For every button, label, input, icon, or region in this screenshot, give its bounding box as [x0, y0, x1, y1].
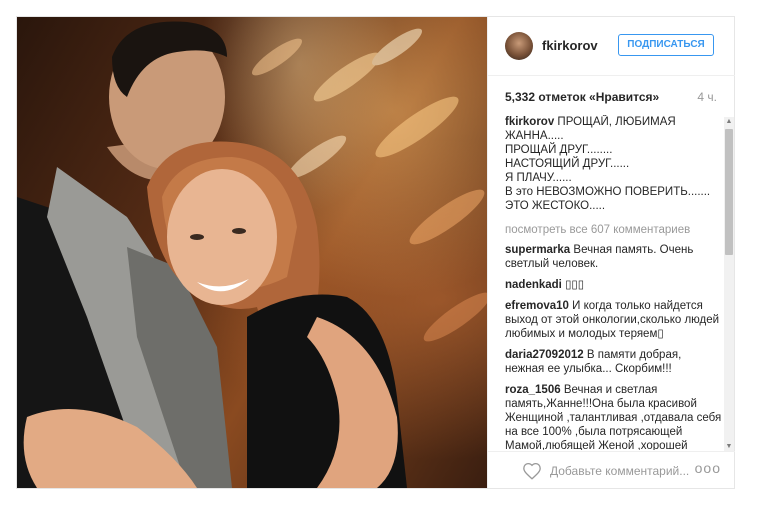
post-footer: ooo	[488, 451, 735, 489]
post-sidebar: fkirkorov ПОДПИСАТЬСЯ 5,332 отметок «Нра…	[487, 17, 735, 488]
comment-text: ▯▯▯	[565, 279, 585, 291]
comment-username[interactable]: nadenkadi	[505, 279, 562, 291]
caption-line: ПРОЩАЙ ДРУГ........	[505, 144, 613, 156]
caption-line: ЖАННА.....	[505, 130, 564, 142]
likes-count[interactable]: 5,332 отметок «Нравится»	[505, 90, 659, 104]
more-options-icon[interactable]: ooo	[695, 460, 721, 476]
view-all-comments-link[interactable]: посмотреть все 607 комментариев	[505, 223, 723, 237]
follow-button[interactable]: ПОДПИСАТЬСЯ	[618, 34, 714, 56]
caption-line: В это НЕВОЗМОЖНО ПОВЕРИТЬ.......	[505, 186, 711, 198]
post-photo[interactable]	[17, 17, 487, 488]
avatar[interactable]	[505, 32, 533, 60]
comment-item: daria27092012 В памяти добрая, нежная ее…	[505, 348, 723, 376]
instagram-post-card: fkirkorov ПОДПИСАТЬСЯ 5,332 отметок «Нра…	[16, 16, 735, 489]
comment-username[interactable]: daria27092012	[505, 349, 584, 361]
comment-username[interactable]: roza_1506	[505, 384, 561, 396]
chevron-up-icon[interactable]: ▲	[724, 117, 734, 127]
username-link[interactable]: fkirkorov	[542, 38, 598, 53]
photo-illustration	[17, 21, 487, 488]
caption-line: ПРОЩАЙ, ЛЮБИМАЯ	[557, 116, 676, 128]
caption-line: ЭТО ЖЕСТОКО.....	[505, 200, 606, 212]
comments-scrollbar[interactable]: ▲ ▼	[724, 117, 734, 452]
caption-username[interactable]: fkirkorov	[505, 116, 554, 128]
caption-line: НАСТОЯЩИЙ ДРУГ......	[505, 158, 630, 170]
post-header: fkirkorov ПОДПИСАТЬСЯ	[488, 17, 735, 76]
comment-item: efremova10 И когда только найдется выход…	[505, 299, 723, 341]
comment-item: roza_1506 Вечная и светлая память,Жанне!…	[505, 383, 723, 450]
comments-list: fkirkorov ПРОЩАЙ, ЛЮБИМАЯ ЖАННА..... ПРО…	[505, 115, 723, 450]
comment-username[interactable]: supermarka	[505, 244, 570, 256]
comment-item: supermarka Вечная память. Очень светлый …	[505, 243, 723, 271]
post-time[interactable]: 4 ч.	[697, 90, 717, 104]
caption: fkirkorov ПРОЩАЙ, ЛЮБИМАЯ ЖАННА..... ПРО…	[505, 115, 723, 213]
caption-line: Я ПЛАЧУ......	[505, 172, 572, 184]
heart-icon[interactable]	[522, 462, 542, 480]
comment-input[interactable]	[548, 461, 692, 481]
scrollbar-thumb[interactable]	[725, 129, 733, 255]
comment-username[interactable]: efremova10	[505, 300, 569, 312]
comment-item: nadenkadi ▯▯▯	[505, 278, 723, 292]
